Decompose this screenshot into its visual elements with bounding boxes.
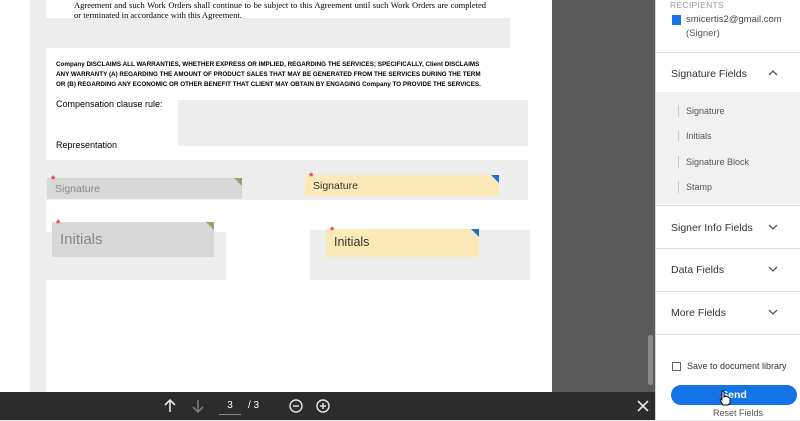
initials-field-yellow[interactable]: * Initials xyxy=(326,225,479,257)
signer-info-fields-header[interactable]: Signer Info Fields xyxy=(671,222,753,234)
required-marker: * xyxy=(56,218,61,230)
document-page: Agreement and such Work Orders shall con… xyxy=(0,0,552,392)
recipients-header: RECIPIENTS xyxy=(670,0,725,10)
signature-field-grey[interactable]: * Signature xyxy=(47,174,242,199)
field-corner-marker xyxy=(491,175,499,183)
scrollbar-thumb[interactable] xyxy=(648,335,653,385)
divider xyxy=(656,52,800,53)
page-shade-band xyxy=(46,18,510,48)
signature-field-label: Signature xyxy=(313,180,358,192)
zoom-out-button[interactable] xyxy=(286,396,306,416)
field-item-stamp[interactable]: Stamp xyxy=(686,182,712,192)
divider xyxy=(656,334,800,335)
vertical-scrollbar[interactable] xyxy=(646,0,655,392)
save-library-checkbox[interactable] xyxy=(672,362,681,371)
zoom-in-icon xyxy=(316,399,330,413)
agreement-paragraph: Agreement and such Work Orders shall con… xyxy=(74,0,486,20)
zoom-out-icon xyxy=(289,399,303,413)
recipient-color-swatch xyxy=(672,15,681,25)
field-corner-marker xyxy=(206,222,214,230)
page-number-input[interactable]: 3 xyxy=(219,398,241,415)
arrow-up-icon xyxy=(164,398,176,412)
document-viewer: Agreement and such Work Orders shall con… xyxy=(0,0,655,420)
divider xyxy=(656,205,800,206)
recipient-role: (Signer) xyxy=(686,28,720,39)
signature-field-label: Signature xyxy=(55,183,100,195)
prev-page-button[interactable] xyxy=(160,396,180,416)
initials-field-label: Initials xyxy=(60,231,103,248)
hand-cursor-icon xyxy=(719,390,731,406)
page-shade-block xyxy=(178,100,528,146)
close-icon xyxy=(637,400,649,412)
chevron-down-icon[interactable] xyxy=(768,222,778,232)
representation-label: Representation xyxy=(56,140,118,150)
recipient-email[interactable]: smicertis2@gmail.com xyxy=(686,14,782,25)
field-item-initials[interactable]: Initials xyxy=(686,131,712,141)
divider xyxy=(656,291,800,292)
divider xyxy=(656,248,800,249)
initials-field-label: Initials xyxy=(334,235,370,249)
field-item-signature-block[interactable]: Signature Block xyxy=(686,157,749,167)
page-shade-left xyxy=(30,0,46,392)
signature-fields-list: Signature Initials Signature Block Stamp xyxy=(656,92,800,204)
data-fields-header[interactable]: Data Fields xyxy=(671,264,724,276)
field-item-signature[interactable]: Signature xyxy=(686,106,725,116)
tree-line xyxy=(678,156,679,168)
fields-sidebar: RECIPIENTS smicertis2@gmail.com (Signer)… xyxy=(655,0,800,420)
tree-line xyxy=(678,181,679,193)
disclaimer-paragraph: Company DISCLAIMS ALL WARRANTIES, WHETHE… xyxy=(56,61,481,88)
initials-field-grey[interactable]: * Initials xyxy=(52,218,214,257)
reset-fields-link[interactable]: Reset Fields xyxy=(713,408,763,418)
send-button[interactable]: Send xyxy=(671,385,797,405)
close-button[interactable] xyxy=(633,396,653,416)
field-corner-marker xyxy=(234,178,242,186)
save-library-label: Save to document library xyxy=(687,361,787,371)
chevron-down-icon[interactable] xyxy=(768,307,778,317)
more-fields-header[interactable]: More Fields xyxy=(671,307,726,319)
field-corner-marker xyxy=(471,229,479,237)
tree-line xyxy=(678,105,679,117)
page-toolbar: 3 / 3 xyxy=(0,392,655,420)
compensation-clause-label: Compensation clause rule: xyxy=(56,99,163,109)
signature-field-yellow[interactable]: * Signature xyxy=(305,171,499,196)
arrow-down-icon xyxy=(192,400,204,414)
signature-fields-header[interactable]: Signature Fields xyxy=(671,68,747,80)
tree-line xyxy=(678,130,679,142)
chevron-down-icon[interactable] xyxy=(768,264,778,274)
page-count: / 3 xyxy=(248,400,260,411)
zoom-in-button[interactable] xyxy=(313,396,333,416)
chevron-up-icon[interactable] xyxy=(768,68,778,78)
next-page-button[interactable] xyxy=(188,396,208,416)
